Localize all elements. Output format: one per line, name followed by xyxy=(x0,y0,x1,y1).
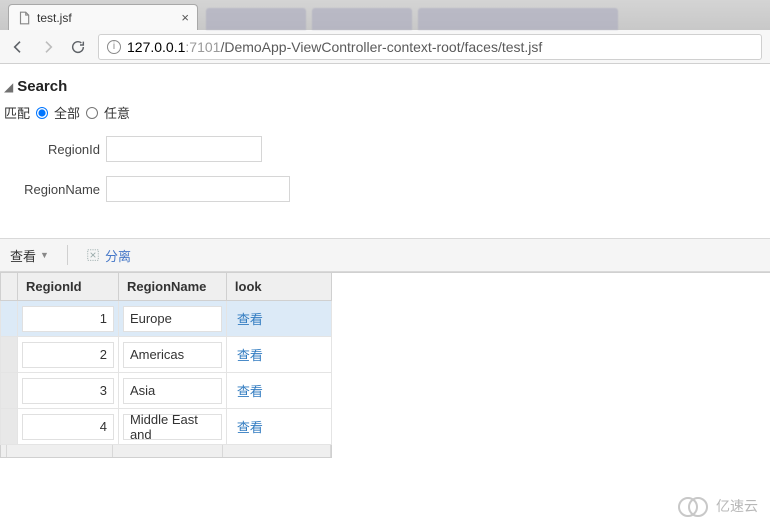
detach-label: 分离 xyxy=(105,246,131,265)
background-tabs xyxy=(206,8,618,30)
look-link[interactable]: 查看 xyxy=(227,420,263,435)
row-header-column xyxy=(1,273,18,301)
match-any-radio[interactable] xyxy=(86,107,98,119)
col-region-id[interactable]: RegionId xyxy=(18,273,119,301)
view-label: 查看 xyxy=(10,246,36,265)
match-all-label: 全部 xyxy=(54,103,80,122)
match-any-label: 任意 xyxy=(104,103,130,122)
region-name-label: RegionName xyxy=(0,182,106,197)
col-look[interactable]: look xyxy=(226,273,331,301)
browser-toolbar: i 127.0.0.1:7101/DemoApp-ViewController-… xyxy=(0,30,770,64)
cell-region-id[interactable]: 1 xyxy=(22,306,114,332)
table-toolbar: 查看 ▼ 分离 xyxy=(0,238,770,272)
reload-button[interactable] xyxy=(68,39,88,55)
cell-region-name[interactable]: Asia xyxy=(123,378,222,404)
background-tab[interactable] xyxy=(312,8,412,30)
url-host: 127.0.0.1 xyxy=(127,39,185,55)
cell-region-id[interactable]: 4 xyxy=(22,414,114,440)
look-link[interactable]: 查看 xyxy=(227,348,263,363)
row-handle[interactable] xyxy=(1,409,18,445)
table-row[interactable]: 4 Middle East and 查看 xyxy=(1,409,332,445)
watermark-logo-icon xyxy=(678,497,712,515)
look-link[interactable]: 查看 xyxy=(227,384,263,399)
match-all-radio[interactable] xyxy=(36,107,48,119)
search-title: Search xyxy=(17,78,67,95)
watermark: 亿速云 xyxy=(678,496,758,516)
disclosure-triangle-icon[interactable]: ◢ xyxy=(4,80,13,94)
row-handle[interactable] xyxy=(1,301,18,337)
detach-button[interactable]: 分离 xyxy=(86,246,131,265)
cell-region-name[interactable]: Middle East and xyxy=(123,414,222,440)
background-tab[interactable] xyxy=(418,8,618,30)
match-label: 匹配 xyxy=(4,103,30,122)
detach-icon xyxy=(86,248,100,262)
table-row[interactable]: 1 Europe 查看 xyxy=(1,301,332,337)
table-row[interactable]: 3 Asia 查看 xyxy=(1,373,332,409)
table-row[interactable]: 2 Americas 查看 xyxy=(1,337,332,373)
table-footer xyxy=(0,444,332,458)
dropdown-triangle-icon: ▼ xyxy=(40,250,49,260)
cell-region-id[interactable]: 3 xyxy=(22,378,114,404)
back-button[interactable] xyxy=(8,39,28,55)
region-name-input[interactable] xyxy=(106,176,290,202)
url-port: :7101 xyxy=(185,39,220,55)
view-menu-button[interactable]: 查看 ▼ xyxy=(10,246,49,265)
tab-title: test.jsf xyxy=(37,11,72,25)
cell-region-id[interactable]: 2 xyxy=(22,342,114,368)
col-region-name[interactable]: RegionName xyxy=(118,273,226,301)
close-tab-icon[interactable]: × xyxy=(181,10,189,25)
browser-tab-active[interactable]: test.jsf × xyxy=(8,4,198,30)
region-id-input[interactable] xyxy=(106,136,262,162)
cell-region-name[interactable]: Americas xyxy=(123,342,222,368)
row-handle[interactable] xyxy=(1,373,18,409)
row-handle[interactable] xyxy=(1,337,18,373)
cell-region-name[interactable]: Europe xyxy=(123,306,222,332)
browser-tab-bar: test.jsf × xyxy=(0,0,770,30)
url-path: /DemoApp-ViewController-context-root/fac… xyxy=(220,39,542,55)
watermark-text: 亿速云 xyxy=(716,496,758,516)
search-panel-header[interactable]: ◢ Search xyxy=(0,64,770,103)
forward-button[interactable] xyxy=(38,39,58,55)
match-mode-row: 匹配 全部 任意 xyxy=(0,103,770,136)
table-empty-space xyxy=(332,272,770,445)
look-link[interactable]: 查看 xyxy=(227,312,263,327)
regions-table: RegionId RegionName look 1 Europe 查看 2 Ameri… xyxy=(0,272,332,445)
region-id-label: RegionId xyxy=(0,142,106,157)
site-info-icon[interactable]: i xyxy=(107,40,121,54)
background-tab[interactable] xyxy=(206,8,306,30)
page-icon xyxy=(17,11,31,25)
address-bar[interactable]: i 127.0.0.1:7101/DemoApp-ViewController-… xyxy=(98,34,762,60)
toolbar-divider xyxy=(67,245,68,265)
